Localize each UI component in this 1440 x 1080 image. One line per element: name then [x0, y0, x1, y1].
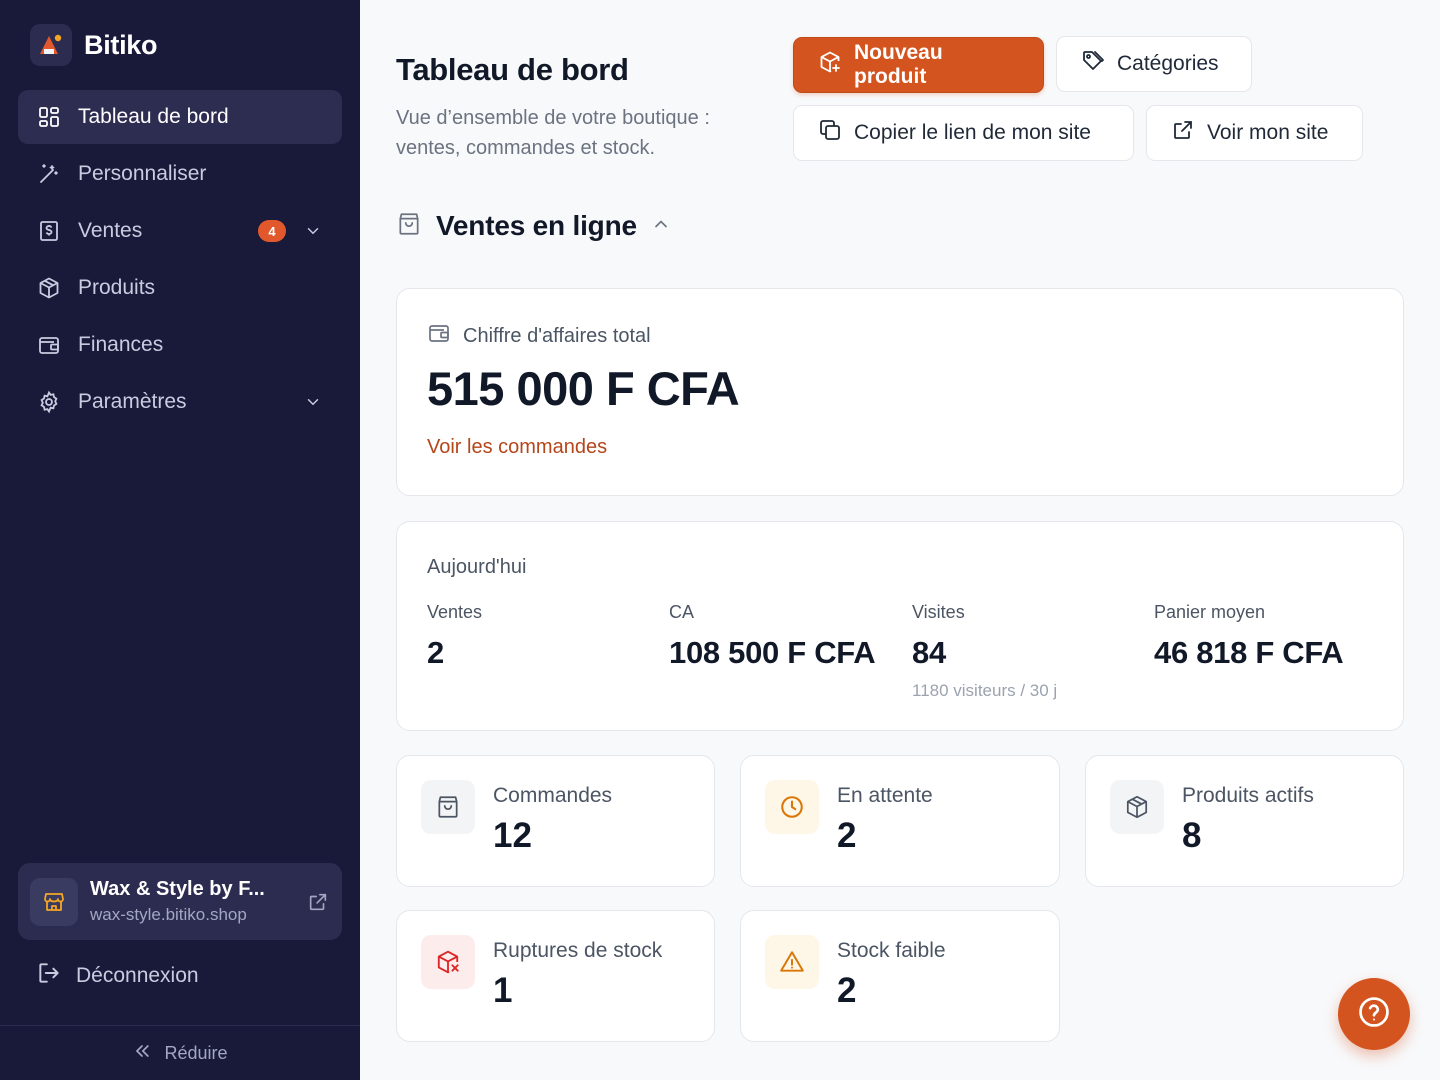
orders-kpi-card[interactable]: Commandes 12 — [396, 755, 715, 887]
sidebar-item-customize[interactable]: Personnaliser — [18, 147, 342, 201]
kpi-value: 2 — [837, 816, 857, 855]
logout-button[interactable]: Déconnexion — [36, 960, 199, 992]
magic-wand-icon — [36, 161, 62, 187]
external-link-icon — [1171, 118, 1195, 148]
sidebar-item-products[interactable]: Produits — [18, 261, 342, 315]
copy-icon — [818, 118, 842, 148]
dashboard-icon — [36, 104, 62, 130]
kpi-label: En attente — [837, 784, 933, 807]
brand-name: Bitiko — [84, 29, 158, 60]
chevron-down-icon[interactable] — [302, 220, 324, 242]
sidebar: Bitiko Tableau de bord Personnaliser Ven… — [0, 0, 360, 1080]
store-icon — [30, 877, 78, 926]
new-product-button[interactable]: Nouveau produit — [793, 37, 1044, 93]
sidebar-item-label: Ventes — [78, 219, 143, 242]
stat-label: Panier moyen — [1154, 602, 1266, 622]
revenue-label: Chiffre d'affaires total — [463, 324, 651, 347]
sidebar-item-label: Paramètres — [78, 390, 187, 413]
box-x-icon — [421, 935, 475, 989]
view-site-button[interactable]: Voir mon site — [1146, 105, 1363, 161]
pending-kpi-card[interactable]: En attente 2 — [740, 755, 1060, 887]
collapse-label: Réduire — [164, 1042, 228, 1063]
shopping-bag-icon — [421, 780, 475, 834]
shop-url: wax-style.bitiko.shop — [90, 905, 247, 924]
wallet-icon — [427, 321, 451, 351]
today-visits-stat: Visites 84 1180 visiteurs / 30 j — [912, 602, 1057, 701]
new-product-label: Nouveau produit — [854, 41, 943, 88]
stat-label: CA — [669, 602, 695, 622]
brand-logo-icon — [30, 24, 72, 66]
kpi-label: Produits actifs — [1182, 784, 1314, 807]
section-title: Ventes en ligne — [436, 210, 637, 241]
categories-label: Catégories — [1117, 52, 1219, 75]
box-icon — [36, 275, 62, 301]
sidebar-item-dashboard[interactable]: Tableau de bord — [18, 90, 342, 144]
box-plus-icon — [818, 50, 842, 80]
chevron-down-icon[interactable] — [302, 391, 324, 413]
stat-label: Visites — [912, 602, 965, 622]
kpi-label: Commandes — [493, 784, 613, 807]
sidebar-item-label: Finances — [78, 333, 164, 356]
sidebar-nav: Tableau de bord Personnaliser Ventes 4 P… — [18, 90, 342, 432]
out-of-stock-kpi-card[interactable]: Ruptures de stock 1 — [396, 910, 715, 1042]
wallet-icon — [36, 332, 62, 358]
sidebar-item-label: Tableau de bord — [78, 105, 229, 128]
brand[interactable]: Bitiko — [30, 24, 158, 66]
sales-count-badge: 4 — [258, 220, 286, 242]
online-sales-section-toggle[interactable]: Ventes en ligne — [396, 210, 671, 242]
chevrons-left-icon — [132, 1041, 152, 1066]
clock-icon — [765, 780, 819, 834]
active-products-kpi-card[interactable]: Produits actifs 8 — [1085, 755, 1404, 887]
kpi-label: Stock faible — [837, 939, 946, 962]
sidebar-item-sales[interactable]: Ventes 4 — [18, 204, 342, 258]
help-button[interactable] — [1338, 978, 1410, 1050]
sidebar-item-label: Personnaliser — [78, 162, 207, 185]
gear-icon — [36, 389, 62, 415]
stat-value: 2 — [427, 635, 444, 670]
page-title: Tableau de bord — [396, 52, 629, 87]
sidebar-item-finances[interactable]: Finances — [18, 318, 342, 372]
copy-site-link-button[interactable]: Copier le lien de mon site — [793, 105, 1134, 161]
receipt-icon — [36, 218, 62, 244]
today-stats-card: Aujourd'hui Ventes 2 CA 108 500 F CFA Vi… — [396, 521, 1404, 731]
view-orders-link[interactable]: Voir les commandes — [427, 436, 607, 459]
shop-card[interactable]: Wax & Style by F... wax-style.bitiko.sho… — [18, 863, 342, 940]
today-sales-stat: Ventes 2 — [427, 602, 482, 671]
collapse-sidebar-button[interactable]: Réduire — [0, 1025, 360, 1080]
shopping-bag-icon — [396, 211, 422, 242]
kpi-value: 2 — [837, 971, 857, 1010]
sidebar-item-label: Produits — [78, 276, 156, 299]
logout-label: Déconnexion — [76, 964, 199, 987]
logout-icon — [36, 960, 62, 992]
kpi-label: Ruptures de stock — [493, 939, 663, 962]
stat-label: Ventes — [427, 602, 483, 622]
box-icon — [1110, 780, 1164, 834]
stat-value: 108 500 F CFA — [669, 635, 876, 670]
page-subtitle: Vue d’ensemble de votre boutique : vente… — [396, 107, 710, 159]
today-revenue-stat: CA 108 500 F CFA — [669, 602, 876, 671]
low-stock-kpi-card[interactable]: Stock faible 2 — [740, 910, 1060, 1042]
kpi-value: 8 — [1182, 816, 1202, 855]
view-site-label: Voir mon site — [1207, 121, 1329, 144]
kpi-value: 1 — [493, 971, 513, 1010]
external-link-icon[interactable] — [306, 890, 330, 914]
sidebar-item-settings[interactable]: Paramètres — [18, 375, 342, 429]
warning-icon — [765, 935, 819, 989]
copy-site-link-label: Copier le lien de mon site — [854, 121, 1091, 144]
today-average-basket-stat: Panier moyen 46 818 F CFA — [1154, 602, 1344, 671]
revenue-amount: 515 000 F CFA — [427, 362, 740, 415]
total-revenue-card: Chiffre d'affaires total 515 000 F CFA V… — [396, 288, 1404, 496]
chevron-up-icon — [651, 214, 671, 239]
categories-button[interactable]: Catégories — [1056, 36, 1252, 92]
question-circle-icon — [1357, 995, 1391, 1034]
today-title: Aujourd'hui — [427, 556, 527, 578]
shop-name: Wax & Style by F... — [90, 878, 265, 900]
stat-note: 1180 visiteurs / 30 j — [912, 681, 1058, 700]
stat-value: 46 818 F CFA — [1154, 635, 1344, 670]
tags-icon — [1081, 49, 1105, 79]
stat-value: 84 — [912, 635, 946, 670]
kpi-value: 12 — [493, 816, 532, 855]
